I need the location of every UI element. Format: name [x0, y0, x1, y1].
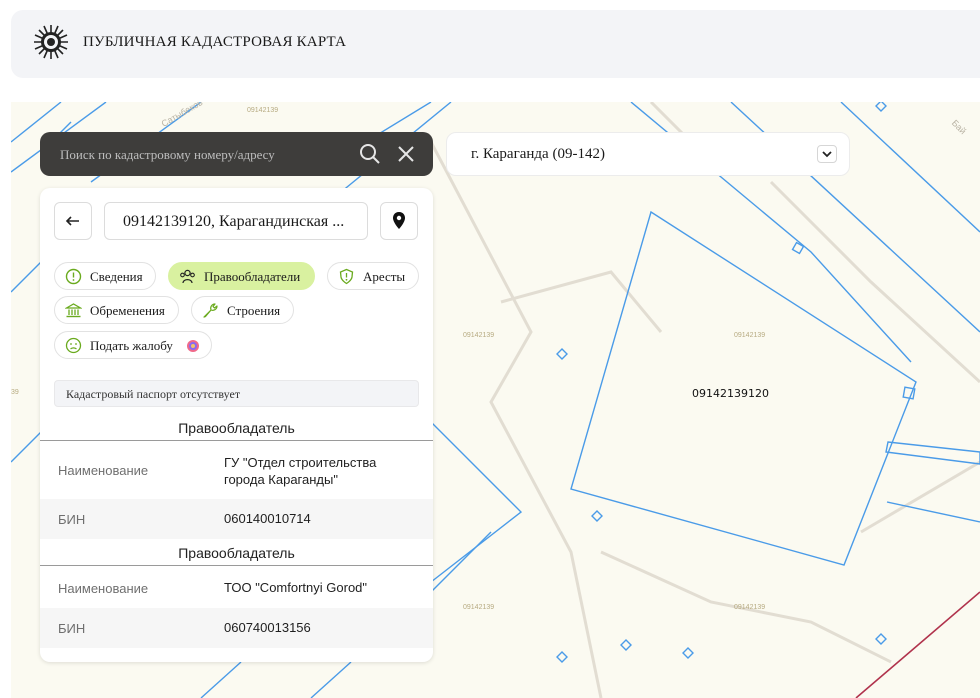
lollipop-icon [187, 340, 199, 352]
block-label: 39 [11, 389, 19, 396]
search-input[interactable] [58, 144, 352, 166]
users-icon [180, 269, 195, 284]
sad-face-icon [65, 337, 82, 354]
tab-label: Обременения [90, 303, 165, 318]
block-label: 09142139 [734, 604, 766, 611]
block-label: 09142139 [734, 332, 766, 339]
emblem-icon [34, 25, 68, 59]
block-label: 09142139 [463, 332, 495, 339]
tab-buildings[interactable]: Строения [191, 296, 294, 324]
shield-alert-icon [339, 268, 354, 285]
row-key: БИН [58, 621, 86, 636]
region-select[interactable]: г. Караганда (09-142) [446, 132, 850, 176]
info-circle-icon [65, 268, 82, 285]
tab-label: Правообладатели [204, 269, 301, 284]
row-value: ГУ "Отдел строительства города Караганды… [224, 455, 377, 487]
tab-encumbrances[interactable]: Обременения [54, 296, 179, 324]
back-button[interactable] [54, 202, 92, 240]
close-icon[interactable] [394, 142, 418, 166]
owner-bin-row: БИН 060140010714 [40, 499, 433, 539]
bank-icon [65, 303, 82, 318]
parcel-number-label[interactable]: 09142139120 [692, 387, 769, 400]
row-key: Наименование [58, 463, 149, 478]
row-value: 060740013156 [224, 620, 311, 635]
tab-label: Сведения [90, 269, 143, 284]
tab-label: Строения [227, 303, 281, 318]
passport-status-note: Кадастровый паспорт отсутствует [54, 380, 419, 407]
map-pin-icon [393, 212, 405, 229]
tab-complaint[interactable]: Подать жалобу [54, 331, 212, 359]
row-value: ТОО "Comfortnyi Gorod" [224, 580, 368, 595]
row-value: 060140010714 [224, 511, 311, 526]
owner-section-title: Правообладатель [40, 542, 433, 566]
block-label: 09142139 [247, 107, 279, 114]
search-bar [40, 132, 433, 176]
owner-section-title: Правообладатель [40, 417, 433, 441]
tab-info[interactable]: Сведения [54, 262, 156, 290]
app-header: ПУБЛИЧНАЯ КАДАСТРОВАЯ КАРТА [11, 10, 980, 78]
chevron-down-icon[interactable] [817, 145, 837, 163]
parcel-info-panel: 09142139120, Карагандинская ... Сведения… [40, 188, 433, 662]
row-key: БИН [58, 512, 86, 527]
row-key: Наименование [58, 581, 149, 596]
tab-arrests[interactable]: Аресты [327, 262, 419, 290]
tab-label: Аресты [363, 269, 406, 284]
owner-name-row: Наименование ГУ "Отдел строительства гор… [40, 443, 433, 499]
arrow-left-icon [65, 216, 79, 226]
owner-name-row: Наименование ТОО "Comfortnyi Gorod" [40, 568, 433, 608]
tab-label: Подать жалобу [90, 338, 173, 353]
owner-bin-row: БИН 060740013156 [40, 608, 433, 648]
locate-button[interactable] [380, 202, 418, 240]
search-icon[interactable] [358, 142, 382, 166]
block-label: 09142139 [463, 604, 495, 611]
tab-owners[interactable]: Правообладатели [168, 262, 315, 290]
app-title: ПУБЛИЧНАЯ КАДАСТРОВАЯ КАРТА [83, 34, 347, 50]
parcel-title-field[interactable]: 09142139120, Карагандинская ... [104, 202, 368, 240]
region-selected-label: г. Караганда (09-142) [471, 146, 605, 162]
wrench-icon [203, 303, 218, 318]
